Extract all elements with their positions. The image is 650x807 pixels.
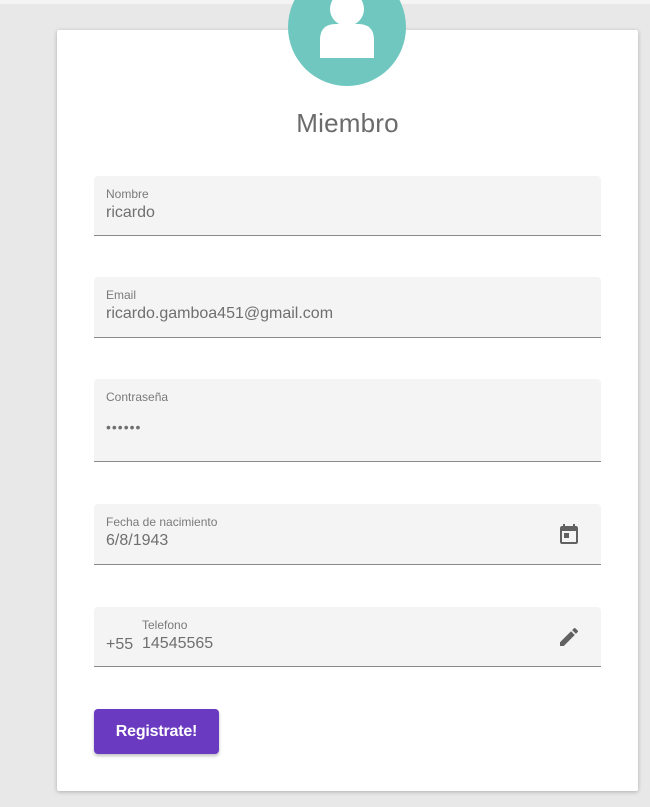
nombre-label: Nombre xyxy=(106,187,149,201)
password-field[interactable]: Contraseña xyxy=(94,379,601,462)
nombre-field[interactable]: Nombre xyxy=(94,176,601,236)
telefono-input[interactable] xyxy=(142,635,542,653)
register-button[interactable]: Registrate! xyxy=(94,709,219,754)
email-input[interactable] xyxy=(106,305,546,323)
birthdate-field[interactable]: Fecha de nacimiento xyxy=(94,504,601,565)
birthdate-input[interactable] xyxy=(106,532,546,550)
password-input[interactable] xyxy=(106,419,546,435)
pencil-icon[interactable] xyxy=(557,625,581,649)
page-title: Miembro xyxy=(296,108,399,138)
email-label: Email xyxy=(106,288,137,302)
country-code-prefix: +55 xyxy=(106,636,134,653)
birthdate-label: Fecha de nacimiento xyxy=(106,515,218,529)
nombre-input[interactable] xyxy=(106,204,546,222)
password-label: Contraseña xyxy=(106,390,169,404)
telefono-field[interactable]: Telefono +55 xyxy=(94,607,601,667)
telefono-label: Telefono xyxy=(142,618,188,632)
email-field[interactable]: Email xyxy=(94,277,601,338)
calendar-icon[interactable] xyxy=(557,522,581,546)
